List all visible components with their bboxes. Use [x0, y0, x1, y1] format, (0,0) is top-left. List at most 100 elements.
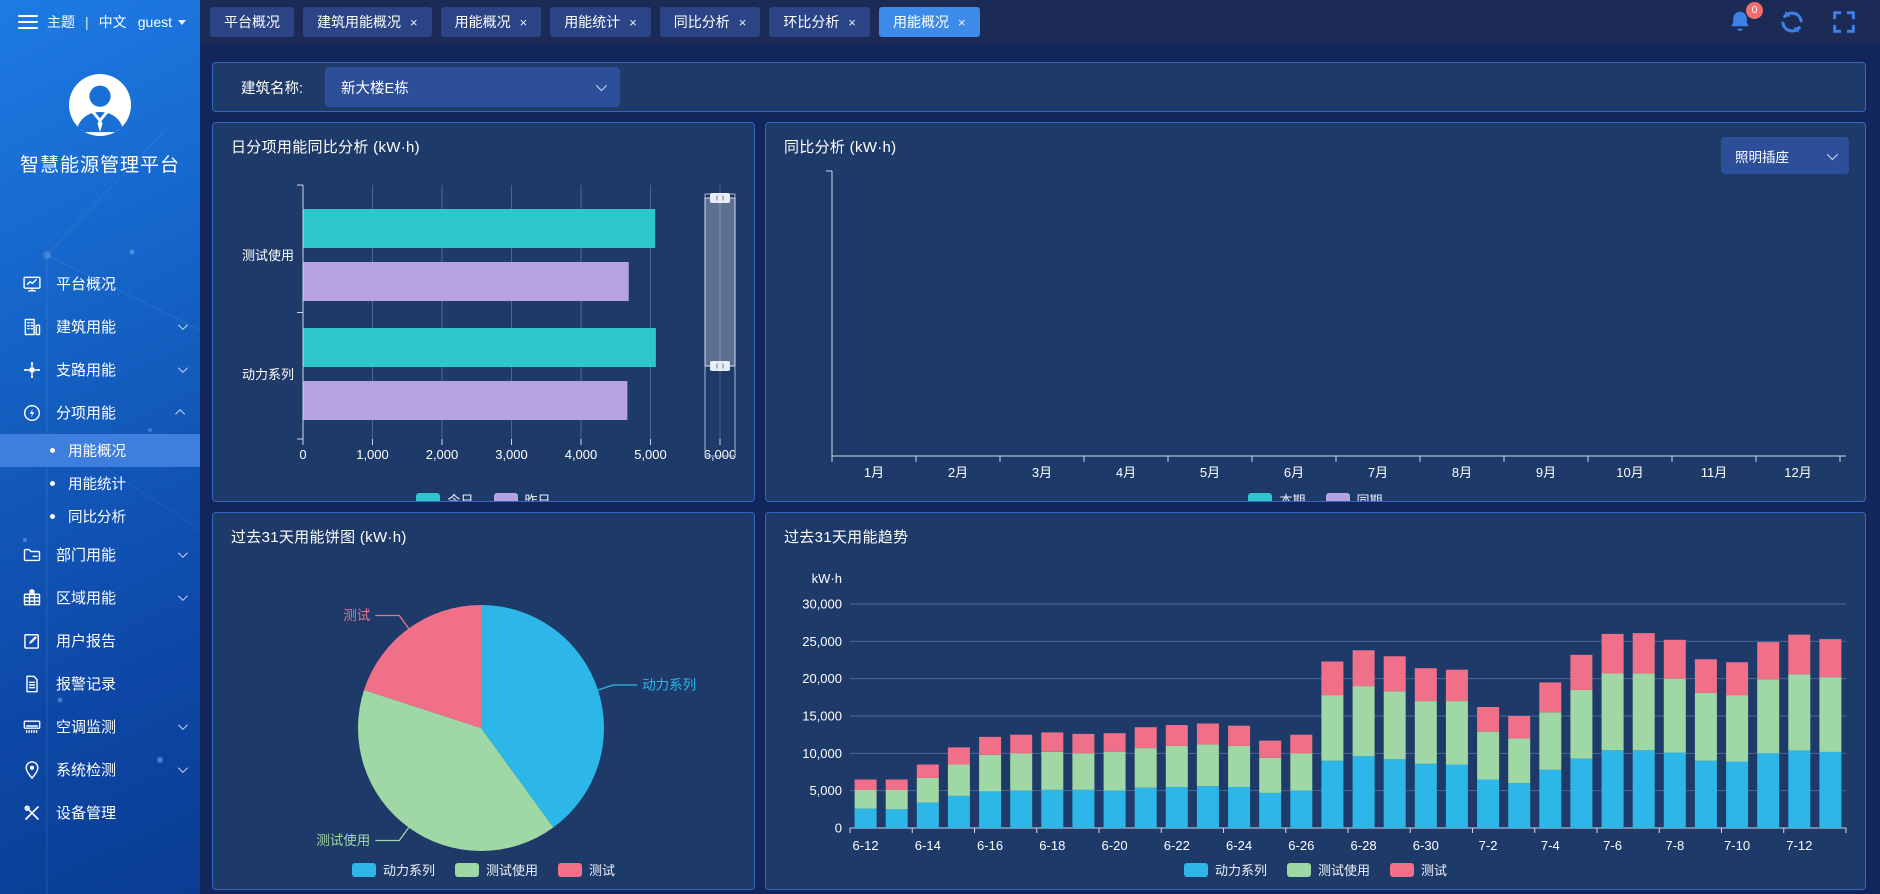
tab-close-icon[interactable]: × — [739, 16, 747, 29]
yoy-legend-item[interactable]: 本期 — [1248, 490, 1305, 502]
menu-toggle-icon[interactable] — [18, 11, 38, 33]
tab-energy-overview-2[interactable]: 用能概况× — [879, 7, 980, 37]
pie-legend-item[interactable]: 测试 — [558, 860, 615, 879]
pie-legend-item[interactable]: 动力系列 — [352, 860, 435, 879]
svg-text:15,000: 15,000 — [802, 709, 842, 724]
svg-text:4,000: 4,000 — [565, 447, 598, 462]
sidebar-subitem-energy-overview[interactable]: 用能概况 — [0, 434, 200, 467]
sidebar-item-system-check[interactable]: 系统检测 — [0, 748, 200, 791]
svg-text:6,000: 6,000 — [704, 447, 737, 462]
sidebar-item-building-energy[interactable]: 建筑用能 — [0, 305, 200, 348]
building-select[interactable]: 新大楼E栋 — [325, 67, 620, 107]
trend-legend-item[interactable]: 测试 — [1390, 860, 1447, 879]
sidebar-item-label: 支路用能 — [56, 359, 116, 380]
tab-yoy-analysis[interactable]: 同比分析 × — [660, 7, 761, 37]
tab-energy-stats[interactable]: 用能统计 × — [550, 7, 651, 37]
sidebar-subitem-label: 用能统计 — [68, 473, 126, 494]
sidebar-item-region-energy[interactable]: 区域用能 — [0, 576, 200, 619]
sidebar-menu: 平台概况建筑用能支路用能分项用能用能概况用能统计同比分析部门用能区域用能用户报告… — [0, 262, 200, 834]
sidebar-item-alarm-records[interactable]: 报警记录 — [0, 662, 200, 705]
sidebar-item-branch-energy[interactable]: 支路用能 — [0, 348, 200, 391]
sidebar-subitem-energy-stats[interactable]: 用能统计 — [0, 467, 200, 500]
user-menu[interactable]: guest — [138, 14, 186, 30]
tab-building-energy-overview[interactable]: 建筑用能概况× — [303, 7, 432, 37]
header-divider: | — [85, 14, 89, 30]
tab-mom-analysis[interactable]: 环比分析× — [769, 7, 870, 37]
svg-text:30,000: 30,000 — [802, 597, 842, 612]
svg-text:8月: 8月 — [1452, 465, 1472, 480]
sidebar-item-subitem-energy[interactable]: 分项用能 — [0, 391, 200, 434]
bullet-icon — [50, 481, 55, 486]
trend-legend-item[interactable]: 测试使用 — [1287, 860, 1370, 879]
svg-text:6-18: 6-18 — [1039, 838, 1065, 853]
tab-close-icon[interactable]: × — [629, 16, 637, 29]
pin-icon — [22, 760, 42, 780]
theme-switch[interactable]: 主题 — [47, 12, 75, 32]
sidebar-item-ac-monitor[interactable]: 空调监测 — [0, 705, 200, 748]
chevron-up-icon — [175, 409, 185, 419]
tab-close-icon[interactable]: × — [848, 16, 856, 29]
sidebar-subitem-yoy-analysis[interactable]: 同比分析 — [0, 500, 200, 533]
chevron-down-icon — [178, 363, 188, 373]
yoy-legend-item[interactable]: 同期 — [1326, 490, 1383, 502]
svg-text:测试: 测试 — [343, 608, 370, 623]
bolt-icon — [22, 403, 42, 423]
sidebar-header: 主题 | 中文 guest — [0, 0, 200, 44]
sidebar-item-user-report[interactable]: 用户报告 — [0, 619, 200, 662]
sidebar-item-label: 系统检测 — [56, 759, 116, 780]
sidebar: 主题 | 中文 guest 智慧能源管理平台 平台概况建筑用能支路用能分项用能用… — [0, 0, 200, 894]
chevron-down-icon — [178, 720, 188, 730]
panel-title: 同比分析 (kW·h) — [784, 136, 896, 157]
refresh-button[interactable] — [1778, 8, 1806, 36]
svg-text:6-22: 6-22 — [1164, 838, 1190, 853]
daily-yoy-bar-chart: 01,0002,0003,0004,0005,0006,000测试使用动力系列 — [213, 123, 755, 501]
tab-energy-overview-1[interactable]: 用能概况× — [441, 7, 542, 37]
daily-yoy-legend: 今日 昨日 — [213, 490, 754, 502]
pie-legend-item[interactable]: 测试使用 — [455, 860, 538, 879]
tools-icon — [22, 803, 42, 823]
notifications-button[interactable]: 0 — [1726, 8, 1754, 36]
svg-text:7-6: 7-6 — [1603, 838, 1622, 853]
chevron-down-icon — [1827, 148, 1838, 159]
sidebar-item-department-energy[interactable]: 部门用能 — [0, 533, 200, 576]
fullscreen-button[interactable] — [1830, 8, 1858, 36]
tab-platform-overview[interactable]: 平台概况 — [210, 7, 294, 37]
trend-legend-item[interactable]: 动力系列 — [1184, 860, 1267, 879]
avatar — [69, 74, 131, 136]
svg-text:6-12: 6-12 — [853, 838, 879, 853]
svg-text:6-26: 6-26 — [1288, 838, 1314, 853]
sidebar-item-platform-overview[interactable]: 平台概况 — [0, 262, 200, 305]
lang-switch[interactable]: 中文 — [99, 12, 127, 32]
daily-yoy-legend-item[interactable]: 今日 — [416, 490, 473, 502]
category-select[interactable]: 照明插座 — [1721, 137, 1849, 174]
tab-label: 用能统计 — [564, 12, 620, 32]
sidebar-item-label: 部门用能 — [56, 544, 116, 565]
sidebar-subitem-label: 同比分析 — [68, 506, 126, 527]
svg-text:3月: 3月 — [1032, 465, 1052, 480]
topbar-actions: 0 — [1726, 8, 1858, 36]
chevron-down-icon — [178, 320, 188, 330]
category-select-value: 照明插座 — [1735, 146, 1789, 166]
person-icon — [69, 74, 131, 136]
hub-icon — [22, 360, 42, 380]
tab-label: 同比分析 — [674, 12, 730, 32]
pen-icon — [22, 631, 42, 651]
tab-close-icon[interactable]: × — [410, 16, 418, 29]
chevron-down-icon — [178, 591, 188, 601]
panel-title: 过去31天用能饼图 (kW·h) — [231, 526, 407, 547]
panel-pie: 过去31天用能饼图 (kW·h) 动力系列 测试使用 测试 动力系列 测试使用 测试 — [212, 512, 755, 890]
sidebar-item-device-management[interactable]: 设备管理 — [0, 791, 200, 834]
caret-down-icon — [178, 20, 186, 25]
svg-text:6月: 6月 — [1284, 465, 1304, 480]
tab-close-icon[interactable]: × — [958, 16, 966, 29]
svg-text:7月: 7月 — [1368, 465, 1388, 480]
daily-yoy-legend-item[interactable]: 昨日 — [494, 490, 551, 502]
tab-close-icon[interactable]: × — [520, 16, 528, 29]
svg-text:7-12: 7-12 — [1786, 838, 1812, 853]
tab-bar: 平台概况建筑用能概况×用能概况×用能统计×同比分析×环比分析×用能概况× — [200, 7, 980, 37]
svg-text:1,000: 1,000 — [356, 447, 389, 462]
svg-text:4月: 4月 — [1116, 465, 1136, 480]
pie-legend: 动力系列 测试使用 测试 — [213, 860, 754, 879]
sidebar-item-label: 用户报告 — [56, 630, 116, 651]
bullet-icon — [50, 448, 55, 453]
